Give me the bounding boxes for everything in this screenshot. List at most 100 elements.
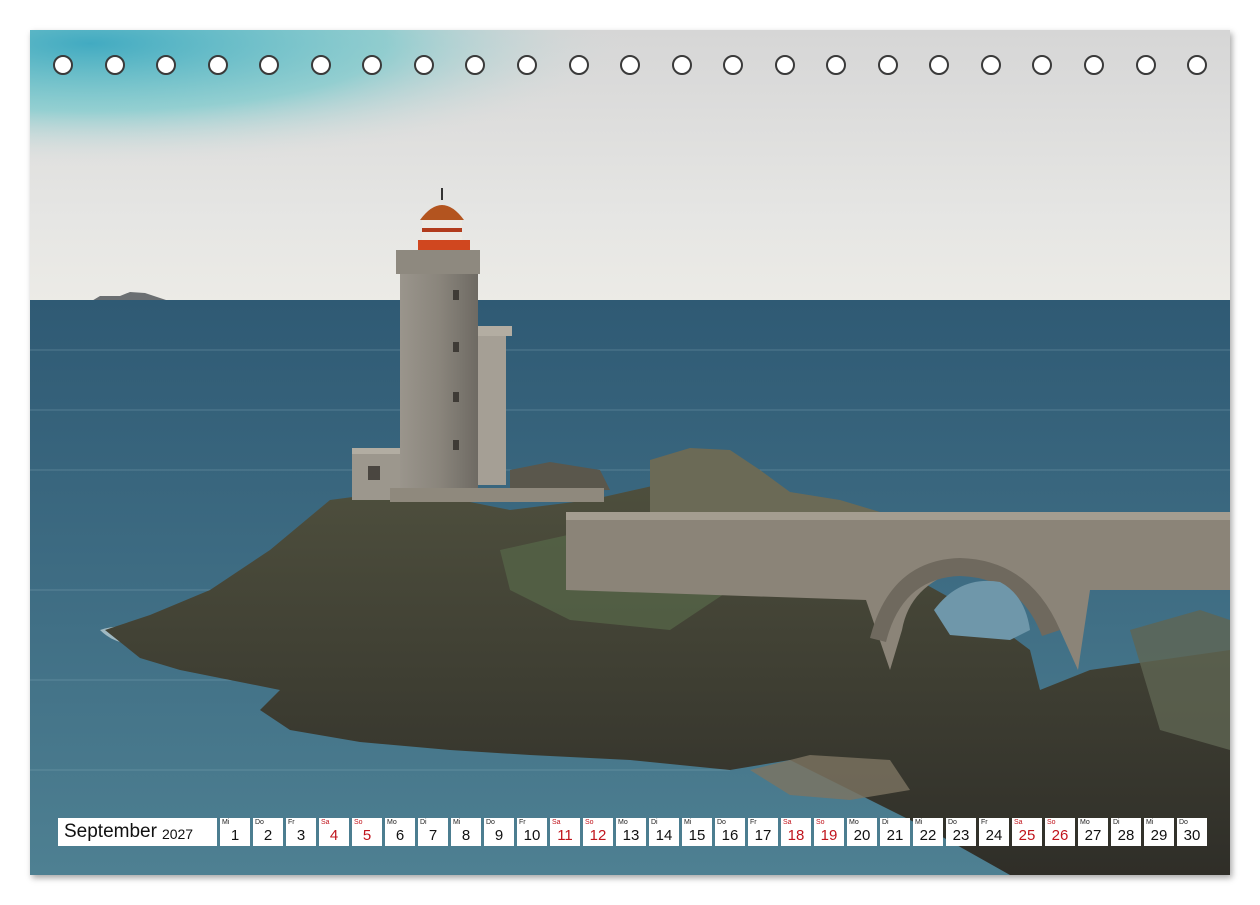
day-cell: Mi 1 [220, 818, 250, 846]
weekday-label: Sa [552, 819, 561, 826]
weekday-label: Do [486, 819, 495, 826]
day-number: 21 [886, 827, 904, 844]
day-cell: Do 23 [946, 818, 976, 846]
binding-hole [516, 55, 537, 75]
weekday-label: Sa [321, 819, 330, 826]
day-number: 23 [952, 827, 970, 844]
day-number: 19 [820, 827, 838, 844]
month-label: September 2027 [58, 818, 217, 846]
binding-hole [104, 55, 125, 75]
day-number: 8 [461, 827, 471, 844]
weekday-label: So [1047, 819, 1056, 826]
day-number: 17 [754, 827, 772, 844]
weekday-label: Do [255, 819, 264, 826]
binding-hole [774, 55, 795, 75]
weekday-label: Di [651, 819, 658, 826]
day-number: 4 [329, 827, 339, 844]
day-cell: Do 30 [1177, 818, 1207, 846]
day-cell: Fr 10 [517, 818, 547, 846]
lighthouse-photo [30, 30, 1230, 875]
binding-hole [465, 55, 486, 75]
weekday-label: Do [1179, 819, 1188, 826]
year-label: 2027 [161, 825, 194, 842]
day-number: 5 [362, 827, 372, 844]
day-cell: Do 2 [253, 818, 283, 846]
day-cell: So 19 [814, 818, 844, 846]
weekday-label: Mi [684, 819, 692, 826]
weekday-label: Mo [387, 819, 397, 826]
day-cell: Di 14 [649, 818, 679, 846]
binding-hole [207, 55, 228, 75]
day-cell: Mi 8 [451, 818, 481, 846]
day-number: 29 [1150, 827, 1168, 844]
weekday-label: Fr [750, 819, 757, 826]
weekday-label: Mi [453, 819, 461, 826]
day-number: 26 [1051, 827, 1069, 844]
day-cell: Do 16 [715, 818, 745, 846]
day-cell: Do 9 [484, 818, 514, 846]
day-number: 13 [622, 827, 640, 844]
day-cell: Sa 4 [319, 818, 349, 846]
day-number: 6 [395, 827, 405, 844]
binding-hole [568, 55, 589, 75]
calendar-strip: September 2027 Mi 1 Do 2 Fr 3 Sa 4 So 5 Mo 6 Di 7 Mi 8 D… [58, 818, 1207, 846]
day-number: 28 [1117, 827, 1135, 844]
day-number: 11 [557, 827, 573, 844]
weekday-label: Mo [1080, 819, 1090, 826]
weekday-label: So [354, 819, 363, 826]
binding-hole [1084, 55, 1104, 75]
binding-hole [53, 55, 73, 75]
weekday-label: Mi [1146, 819, 1154, 826]
binding-hole [826, 55, 847, 75]
day-cell: Sa 11 [550, 818, 580, 846]
binding-hole [310, 55, 331, 75]
binding-hole [671, 55, 692, 75]
weekday-label: Fr [519, 819, 526, 826]
day-cell: Mo 13 [616, 818, 646, 846]
weekday-label: Mi [915, 819, 923, 826]
weekday-label: Mo [618, 819, 628, 826]
day-number: 18 [787, 827, 805, 844]
weekday-label: Sa [783, 819, 792, 826]
weekday-label: Di [882, 819, 889, 826]
day-number: 30 [1183, 827, 1201, 844]
day-cell: Mi 15 [682, 818, 712, 846]
weekday-label: Di [1113, 819, 1120, 826]
day-cell: So 26 [1045, 818, 1075, 846]
calendar-page: September 2027 Mi 1 Do 2 Fr 3 Sa 4 So 5 Mo 6 Di 7 Mi 8 D… [30, 30, 1230, 875]
binding-hole [620, 55, 641, 75]
binding-hole [413, 55, 434, 75]
weekday-label: Fr [981, 819, 988, 826]
day-number: 2 [263, 827, 273, 844]
day-cell: Fr 3 [286, 818, 316, 846]
weekday-label: Do [717, 819, 726, 826]
binding-hole [362, 55, 383, 75]
weekday-label: Mo [849, 819, 859, 826]
day-number: 3 [296, 827, 306, 844]
binding-hole [1135, 55, 1156, 75]
day-cell: Mi 22 [913, 818, 943, 846]
day-cell: Fr 17 [748, 818, 778, 846]
binding-hole [1032, 55, 1053, 75]
day-cell: So 12 [583, 818, 613, 846]
day-cell: Sa 18 [781, 818, 811, 846]
binding-hole [1187, 55, 1208, 75]
day-number: 9 [494, 827, 504, 844]
day-cell: Mi 29 [1144, 818, 1174, 846]
day-cell: Fr 24 [979, 818, 1009, 846]
day-cell: Mo 27 [1078, 818, 1108, 846]
day-number: 7 [428, 827, 438, 844]
day-cell: Mo 6 [385, 818, 415, 846]
binding-holes [30, 30, 1230, 110]
day-number: 15 [688, 827, 706, 844]
weekday-label: Di [420, 819, 427, 826]
day-number: 10 [523, 827, 541, 844]
day-cell: Sa 25 [1012, 818, 1042, 846]
day-number: 27 [1084, 827, 1102, 844]
day-number: 1 [230, 827, 240, 844]
binding-hole [259, 55, 280, 75]
day-number: 14 [655, 827, 673, 844]
day-cell: Di 21 [880, 818, 910, 846]
day-number: 24 [985, 827, 1003, 844]
binding-hole [929, 55, 950, 75]
